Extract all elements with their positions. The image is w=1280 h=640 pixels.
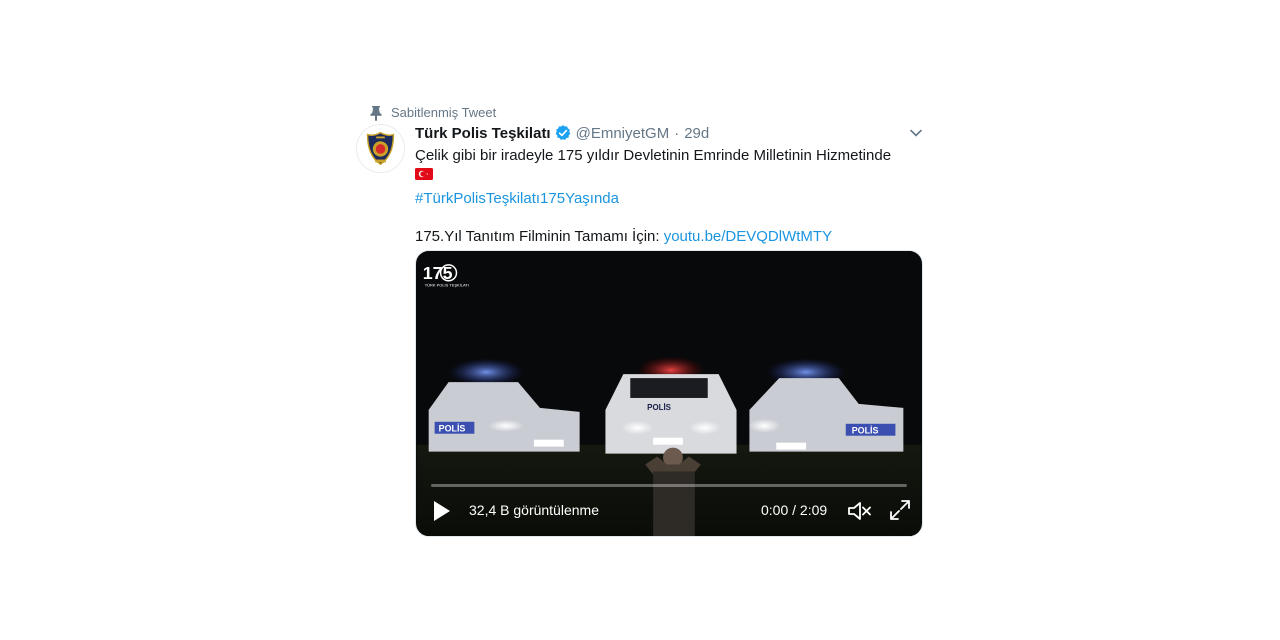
chevron-down-icon[interactable] — [907, 124, 925, 142]
pinned-indicator: Sabitlenmiş Tweet — [370, 105, 497, 121]
video-timecode: 0:00 / 2:09 — [761, 502, 828, 518]
play-icon[interactable] — [429, 499, 453, 523]
car-label-right: POLİS — [852, 426, 879, 436]
author-handle[interactable]: @EmniyetGM — [576, 125, 670, 142]
car-label-center: POLİS — [647, 403, 671, 412]
author-name[interactable]: Türk Polis Teşkilatı — [415, 125, 551, 142]
hashtag-link[interactable]: #TürkPolisTeşkilatı175Yaşında — [415, 189, 619, 208]
promo-line: 175.Yıl Tanıtım Filminin Tamamı İçin: yo… — [415, 227, 925, 246]
police-emblem-icon — [357, 125, 404, 172]
tweet-time[interactable]: 29d — [684, 125, 709, 142]
separator-dot: · — [674, 124, 680, 142]
verified-badge-icon — [555, 125, 570, 140]
pinned-tweet[interactable]: Sabitlenmiş Tweet Türk Polis Teşkilatı @… — [356, 100, 926, 540]
promo-text: 175.Yıl Tanıtım Filminin Tamamı İçin: — [415, 228, 664, 245]
tweet-text-line: Çelik gibi bir iradeyle 175 yıldır Devle… — [415, 147, 892, 164]
turkey-flag-icon — [415, 168, 433, 180]
car-label-left: POLİS — [439, 424, 466, 434]
tweet-text: Çelik gibi bir iradeyle 175 yıldır Devle… — [415, 146, 925, 246]
video-controls: 32,4 B görüntülenme 0:00 / 2:09 — [416, 486, 922, 536]
fullscreen-icon[interactable] — [888, 498, 912, 522]
pin-icon — [370, 106, 382, 121]
tweet-body: Türk Polis Teşkilatı @EmniyetGM · 29d Çe… — [415, 122, 925, 246]
avatar[interactable] — [356, 124, 405, 173]
tweet-header: Türk Polis Teşkilatı @EmniyetGM · 29d — [415, 122, 925, 144]
volume-muted-icon[interactable] — [846, 498, 872, 524]
pinned-label: Sabitlenmiş Tweet — [391, 105, 497, 120]
view-count: 32,4 B görüntülenme — [469, 502, 599, 518]
video-player[interactable]: POLİS POLİS POLİS 175 TÜRK POLİS TEŞKİLA… — [415, 250, 923, 537]
video-logo-number: 175 — [423, 263, 453, 283]
video-logo-text: TÜRK POLİS TEŞKİLATI — [425, 283, 469, 288]
youtube-link[interactable]: youtu.be/DEVQDlWtMTY — [664, 228, 832, 245]
